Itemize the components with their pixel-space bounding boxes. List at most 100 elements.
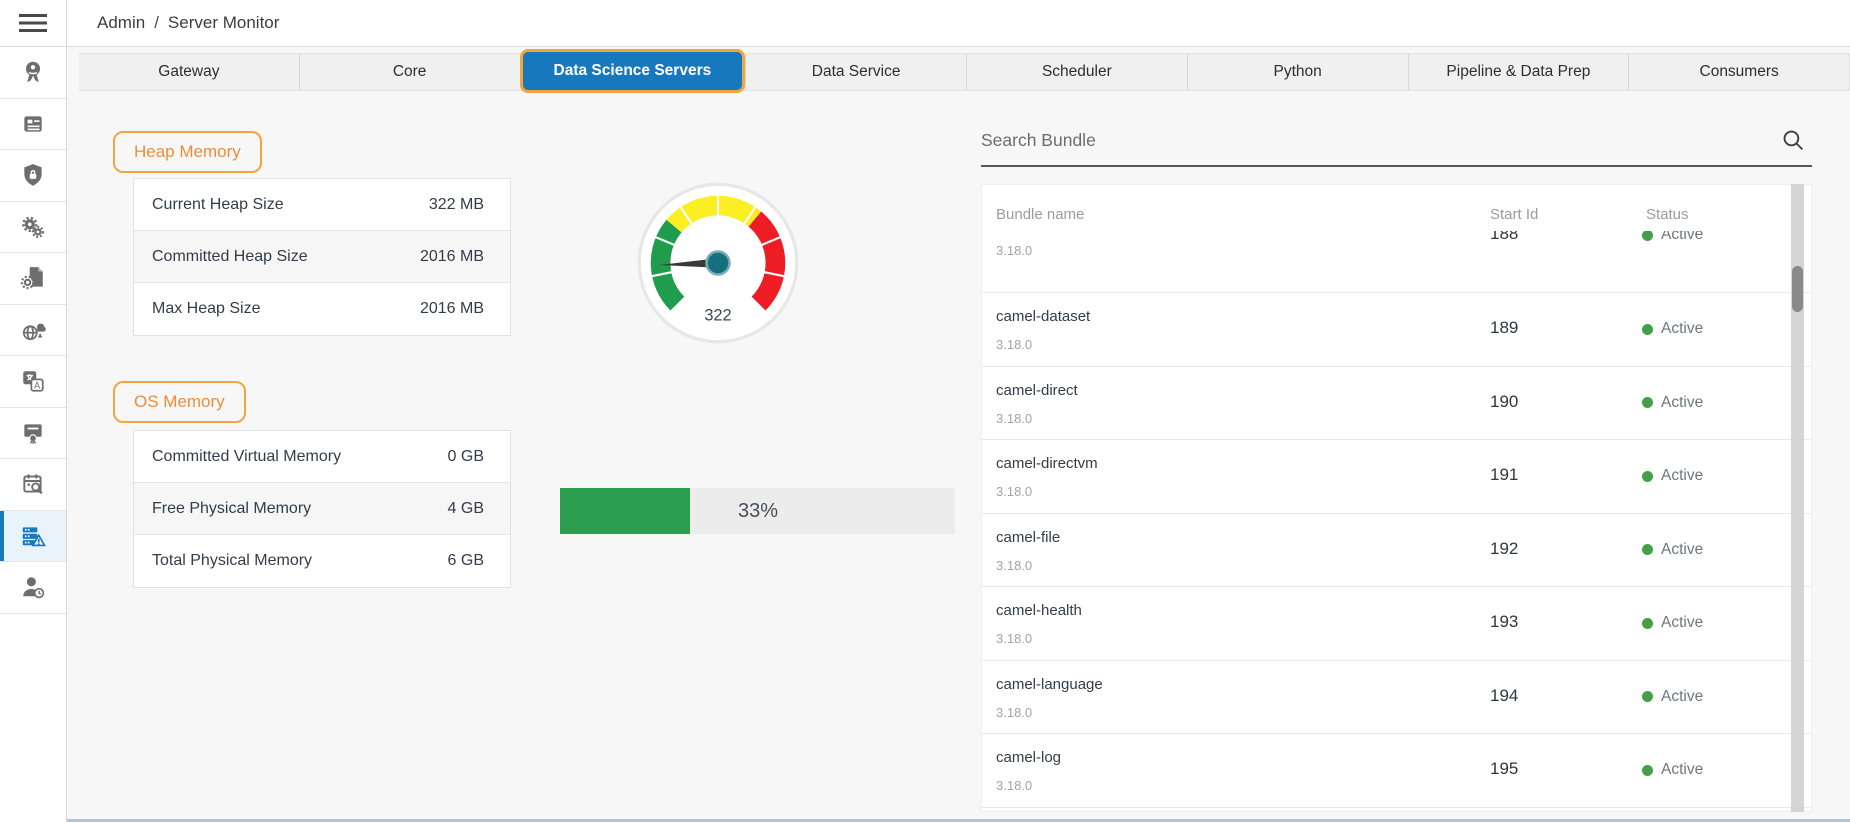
scrollbar-thumb[interactable] <box>1792 266 1803 312</box>
bundle-start-id: 195 <box>1490 759 1518 779</box>
bundle-table-header: Bundle name Start Id Status <box>982 185 1811 231</box>
row-value: 2016 MB <box>420 248 484 266</box>
tab-bar: GatewayCoreData Science ServersData Serv… <box>67 47 1850 95</box>
bundle-name: camel-language <box>996 676 1103 693</box>
bundle-start-id: 194 <box>1490 686 1518 706</box>
memory-usage-progressbar: 33% <box>560 488 955 534</box>
bundle-version: 3.18.0 <box>996 778 1032 793</box>
breadcrumb: Admin / Server Monitor <box>67 0 1850 47</box>
sidebar-item-network[interactable] <box>0 305 66 357</box>
calendar-search-icon <box>20 471 46 497</box>
search-input[interactable] <box>981 120 1751 160</box>
sidebar-item-services[interactable] <box>0 202 66 254</box>
row-value: 322 MB <box>429 196 484 214</box>
status-dot-icon <box>1642 544 1653 555</box>
bundle-name: camel-directvm <box>996 455 1098 472</box>
bundle-name: camel-health <box>996 602 1082 619</box>
bundle-start-id: 190 <box>1490 392 1518 412</box>
status-dot-icon <box>1642 765 1653 776</box>
search-field <box>981 120 1812 167</box>
table-row: Max Heap Size 2016 MB <box>134 283 510 335</box>
gauge-hub-icon <box>707 252 730 275</box>
bundle-version: 3.18.0 <box>996 484 1032 499</box>
row-label: Total Physical Memory <box>152 552 312 570</box>
sidebar-item-translation[interactable]: A <box>0 356 66 408</box>
page-title: Server Monitor <box>168 13 279 33</box>
row-label: Max Heap Size <box>152 300 261 318</box>
bundle-status: Active <box>1642 320 1703 338</box>
progressbar-fill <box>560 488 690 534</box>
sidebar-item-server-monitor[interactable] <box>0 511 66 563</box>
table-row: Total Physical Memory 6 GB <box>134 535 510 587</box>
bundle-version: 3.18.0 <box>996 558 1032 573</box>
tab-scheduler[interactable]: Scheduler <box>966 54 1187 90</box>
sidebar-item-security[interactable] <box>0 150 66 202</box>
sidebar-item-license[interactable] <box>0 47 66 99</box>
bundle-row[interactable]: camel-directvm3.18.0191Active <box>982 440 1811 514</box>
certificate-icon <box>20 420 46 446</box>
license-award-icon <box>20 59 46 85</box>
bundle-name: camel-log <box>996 749 1061 766</box>
column-status: Status <box>1646 206 1689 223</box>
tab-python[interactable]: Python <box>1187 54 1408 90</box>
column-start-id: Start Id <box>1490 206 1538 223</box>
bundle-row[interactable]: camel-language3.18.0194Active <box>982 661 1811 735</box>
document-gear-icon <box>20 265 46 291</box>
sidebar-item-user-sessions[interactable] <box>0 562 66 614</box>
row-value: 6 GB <box>448 552 484 570</box>
sidebar-item-config-file[interactable] <box>0 253 66 305</box>
menu-button[interactable] <box>0 0 66 47</box>
bundle-version: 3.18.0 <box>996 243 1032 258</box>
os-memory-table: Committed Virtual Memory 0 GB Free Physi… <box>133 430 511 588</box>
bundle-row[interactable]: camel-dataset3.18.0189Active <box>982 293 1811 367</box>
row-value: 4 GB <box>448 500 484 518</box>
bundle-row[interactable]: camel-direct3.18.0190Active <box>982 367 1811 441</box>
status-dot-icon <box>1642 324 1653 335</box>
heap-memory-table: Current Heap Size 322 MB Committed Heap … <box>133 178 511 336</box>
bundle-row-partial[interactable]: 3.18.0 188 Active <box>982 231 1811 293</box>
bundle-status: Active <box>1642 541 1703 559</box>
bundle-row[interactable]: camel-log3.18.0195Active <box>982 734 1811 808</box>
table-row: Current Heap Size 322 MB <box>134 179 510 231</box>
bundle-row[interactable]: camel-file3.18.0192Active <box>982 514 1811 588</box>
sidebar-item-certificates[interactable] <box>0 408 66 460</box>
tab-gateway[interactable]: Gateway <box>79 54 299 90</box>
tab-data-science-servers[interactable]: Data Science Servers <box>520 49 746 93</box>
sidebar-item-schedule-audit[interactable] <box>0 459 66 511</box>
tab-data-service[interactable]: Data Service <box>745 54 966 90</box>
row-label: Committed Heap Size <box>152 248 308 266</box>
os-memory-badge: OS Memory <box>113 381 246 423</box>
bundle-version: 3.18.0 <box>996 411 1032 426</box>
bundle-version: 3.18.0 <box>996 337 1032 352</box>
bundle-start-id: 188 <box>1490 231 1518 244</box>
breadcrumb-separator: / <box>154 13 159 33</box>
hamburger-icon <box>19 13 47 33</box>
status-dot-icon <box>1642 397 1653 408</box>
tab-core[interactable]: Core <box>299 54 520 90</box>
bundle-name: camel-file <box>996 529 1060 546</box>
row-label: Current Heap Size <box>152 196 284 214</box>
row-value: 2016 MB <box>420 300 484 318</box>
progressbar-label: 33% <box>718 488 798 534</box>
heap-usage-gauge: 322 <box>636 181 800 345</box>
status-dot-icon <box>1642 471 1653 482</box>
tab-consumers[interactable]: Consumers <box>1628 54 1849 90</box>
bundle-row[interactable]: 3.18.0 188 Active <box>982 231 1811 273</box>
bundle-start-id: 193 <box>1490 612 1518 632</box>
status-dot-icon <box>1642 231 1653 241</box>
gauge-value: 322 <box>704 306 731 324</box>
bundle-row[interactable]: camel-health3.18.0193Active <box>982 587 1811 661</box>
bundle-rows: 3.18.0188Activecamel-dataset3.18.0189Act… <box>982 231 1811 808</box>
bundle-version: 3.18.0 <box>996 631 1032 646</box>
table-scrollbar[interactable] <box>1791 184 1804 812</box>
tab-pipeline-data-prep[interactable]: Pipeline & Data Prep <box>1408 54 1629 90</box>
row-label: Committed Virtual Memory <box>152 448 341 466</box>
bundle-status: Active <box>1642 231 1703 244</box>
bundle-version: 3.18.0 <box>996 705 1032 720</box>
search-icon[interactable] <box>1781 128 1806 153</box>
breadcrumb-admin[interactable]: Admin <box>97 13 145 33</box>
heap-memory-badge: Heap Memory <box>113 131 262 173</box>
sidebar-item-billing[interactable] <box>0 99 66 151</box>
table-row: Committed Virtual Memory 0 GB <box>134 431 510 483</box>
bundle-start-id: 189 <box>1490 318 1518 338</box>
